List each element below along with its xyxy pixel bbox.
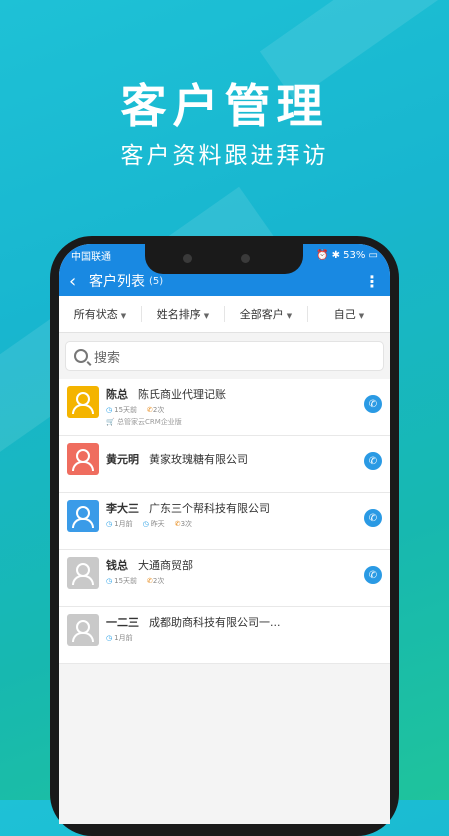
search-placeholder: 搜索	[94, 350, 121, 366]
hero-subtitle: 客户资料跟进拜访	[120, 143, 329, 169]
camera-icon	[183, 254, 192, 263]
customer-list: 陈总 陈氏商业代理记账 ◷ 15天前 ✆2次 🛒 总管家云CRM企业版 ✆ 黄元明 黄家…	[59, 379, 390, 664]
customer-name: 钱总	[106, 559, 128, 572]
clock-icon: ◷	[106, 520, 113, 528]
avatar	[67, 500, 99, 532]
filter-customers[interactable]: 全部客户 ▼	[225, 306, 308, 322]
clock-icon: ◷	[106, 406, 113, 414]
more-icon[interactable]: ⋮	[364, 272, 380, 291]
search-icon	[74, 349, 88, 363]
customer-company: 陈氏商业代理记账	[138, 388, 226, 401]
call-button[interactable]: ✆	[364, 452, 382, 470]
back-icon[interactable]: ‹	[69, 271, 89, 292]
customer-name: 黄元明	[106, 453, 139, 466]
customer-company: 广东三个帮科技有限公司	[149, 502, 270, 515]
nav-count: (5)	[149, 275, 164, 287]
customer-company: 大通商贸部	[138, 559, 193, 572]
list-item[interactable]: 李大三 广东三个帮科技有限公司 ◷ 1月前 ◷ 昨天 ✆3次 ✆	[59, 493, 390, 550]
cart-icon: 🛒	[106, 418, 115, 426]
call-button[interactable]: ✆	[364, 395, 382, 413]
customer-company: 成都助商科技有限公司一...	[149, 616, 281, 629]
person-icon	[72, 619, 94, 642]
nav-title: 客户列表	[89, 274, 145, 290]
person-icon	[72, 505, 94, 528]
list-item[interactable]: 一二三 成都助商科技有限公司一... ◷ 1月前	[59, 607, 390, 664]
customer-company: 黄家玫瑰糖有限公司	[149, 453, 248, 466]
customer-name: 陈总	[106, 388, 128, 401]
hero-title: 客户管理	[120, 79, 329, 133]
person-icon	[72, 391, 94, 414]
carrier-label: 中国联通	[71, 251, 111, 263]
call-button[interactable]: ✆	[364, 566, 382, 584]
call-button[interactable]: ✆	[364, 509, 382, 527]
clock-icon: ◷	[106, 577, 113, 585]
phone-frame: 中国联通 ⏰ ✱ 53% ▭ ‹ 客户列表 (5) ⋮ 所有状态 ▼ 姓名排序 ▼ …	[50, 236, 399, 836]
customer-name: 一二三	[106, 616, 139, 629]
followup-icon: ◷	[142, 520, 149, 528]
sensor-icon	[241, 254, 250, 263]
filter-sort[interactable]: 姓名排序 ▼	[142, 306, 225, 322]
battery-percent: 53%	[343, 249, 366, 261]
avatar	[67, 557, 99, 589]
battery-label: ⏰ ✱ 53% ▭	[315, 249, 378, 261]
phone-screen: 中国联通 ⏰ ✱ 53% ▭ ‹ 客户列表 (5) ⋮ 所有状态 ▼ 姓名排序 ▼ …	[59, 244, 390, 824]
chevron-down-icon: ▼	[120, 312, 127, 320]
avatar	[67, 443, 99, 475]
filter-status[interactable]: 所有状态 ▼	[59, 306, 142, 322]
clock-icon: ◷	[106, 634, 113, 642]
list-item[interactable]: 钱总 大通商贸部 ◷ 15天前 ✆2次 ✆	[59, 550, 390, 607]
person-icon	[72, 562, 94, 585]
list-item[interactable]: 陈总 陈氏商业代理记账 ◷ 15天前 ✆2次 🛒 总管家云CRM企业版 ✆	[59, 379, 390, 436]
customer-name: 李大三	[106, 502, 139, 515]
list-item[interactable]: 黄元明 黄家玫瑰糖有限公司 ✆	[59, 436, 390, 493]
chevron-down-icon: ▼	[358, 312, 365, 320]
chevron-down-icon: ▼	[203, 312, 210, 320]
person-icon	[72, 448, 94, 471]
phone-notch	[145, 244, 303, 274]
avatar	[67, 386, 99, 418]
filter-owner[interactable]: 自己 ▼	[308, 306, 390, 322]
filter-bar: 所有状态 ▼ 姓名排序 ▼ 全部客户 ▼ 自己 ▼	[59, 296, 390, 333]
chevron-down-icon: ▼	[286, 312, 293, 320]
search-input[interactable]: 搜索	[65, 341, 384, 371]
avatar	[67, 614, 99, 646]
